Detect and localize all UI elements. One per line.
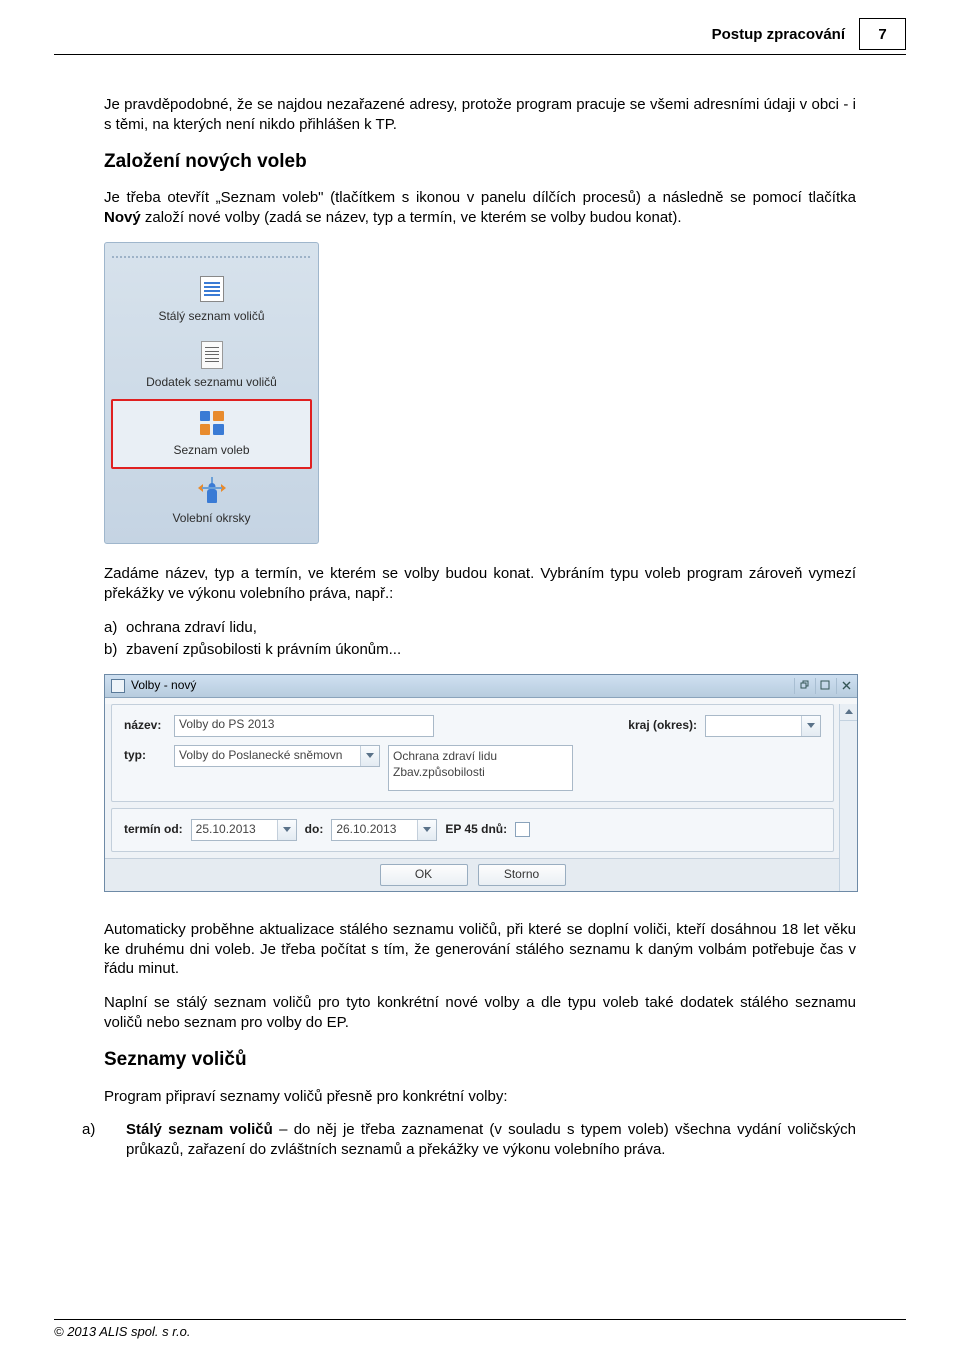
para2-bold: Nový: [104, 209, 141, 226]
list-item-a: ochrana zdraví lidu,: [126, 619, 257, 636]
label-typ: typ:: [124, 745, 166, 764]
combo-typ[interactable]: Volby do Poslanecké sněmovn: [174, 745, 380, 767]
combo-typ-value: Volby do Poslanecké sněmovn: [179, 748, 360, 764]
label-ep45: EP 45 dnů:: [445, 822, 507, 838]
para-zadame: Zadáme název, typ a termín, ve kterém se…: [104, 564, 856, 604]
grid-icon: [196, 407, 228, 439]
ok-button[interactable]: OK: [380, 864, 468, 886]
intro-paragraph: Je pravděpodobné, že se najdou nezařazen…: [104, 95, 856, 135]
scroll-up-icon[interactable]: [840, 704, 857, 721]
date-to-value: 26.10.2013: [336, 822, 417, 838]
listbox-prekazky[interactable]: Ochrana zdraví lidu Zbav.způsobilosti: [388, 745, 573, 791]
dialog-title: Volby - nový: [131, 678, 196, 694]
panel-item-label: Seznam voleb: [113, 443, 310, 459]
label-do: do:: [305, 822, 324, 838]
window-icon: [111, 679, 125, 693]
dialog-volby-novy: Volby - nový n: [104, 674, 858, 892]
panel-item-okrsky[interactable]: Volební okrsky: [105, 469, 318, 535]
page-number: 7: [859, 18, 906, 50]
para2-post: založí nové volby (zadá se název, typ a …: [141, 209, 682, 226]
scrollbar[interactable]: [839, 704, 857, 891]
para-program-pripravi: Program připraví seznamy voličů přesně p…: [104, 1087, 856, 1107]
label-termin-od: termín od:: [124, 822, 183, 838]
chevron-down-icon: [801, 716, 820, 736]
list-seznamy: a)Stálý seznam voličů – do něj je třeba …: [104, 1120, 856, 1160]
dialog-titlebar[interactable]: Volby - nový: [105, 675, 857, 698]
restore-down-icon[interactable]: [794, 678, 813, 694]
panel-item-label: Dodatek seznamu voličů: [105, 375, 318, 391]
para-zalozeni: Je třeba otevřít „Seznam voleb" (tlačítk…: [104, 188, 856, 228]
panel-item-staly-seznam[interactable]: Stálý seznam voličů: [105, 267, 318, 333]
para-naplni: Naplní se stálý seznam voličů pro tyto k…: [104, 993, 856, 1033]
para2-pre: Je třeba otevřít „Seznam voleb" (tlačítk…: [104, 189, 856, 206]
panel-item-seznam-voleb[interactable]: Seznam voleb: [111, 399, 312, 469]
footer-copyright: © 2013 ALIS spol. s r.o.: [54, 1320, 906, 1339]
list-icon: [196, 273, 228, 305]
label-kraj: kraj (okres):: [628, 718, 697, 734]
para-automaticky: Automaticky proběhne aktualizace stálého…: [104, 920, 856, 980]
document-icon: [196, 339, 228, 371]
close-icon[interactable]: [836, 678, 855, 694]
panel-item-label: Stálý seznam voličů: [105, 309, 318, 325]
list-item-b: zbavení způsobilosti k právním úkonům...: [126, 641, 401, 658]
combo-kraj[interactable]: [705, 715, 821, 737]
chevron-down-icon: [277, 820, 296, 840]
list-prekazky: a)ochrana zdraví lidu, b)zbavení způsobi…: [104, 618, 856, 660]
list-item: Ochrana zdraví lidu: [393, 748, 568, 764]
heading-seznamy: Seznamy voličů: [104, 1047, 856, 1072]
input-nazev[interactable]: Volby do PS 2013: [174, 715, 434, 737]
panel-item-dodatek[interactable]: Dodatek seznamu voličů: [105, 333, 318, 399]
header-title: Postup zpracování: [712, 26, 859, 43]
heading-zalozeni: Založení nových voleb: [104, 149, 856, 174]
list2-a-bold: Stálý seznam voličů: [126, 1121, 273, 1138]
chevron-down-icon: [360, 746, 379, 766]
okrsky-icon: [196, 475, 228, 507]
date-from[interactable]: 25.10.2013: [191, 819, 297, 841]
list-item: Zbav.způsobilosti: [393, 764, 568, 780]
process-panel: Stálý seznam voličů Dodatek seznamu voli…: [104, 242, 319, 544]
maximize-icon[interactable]: [815, 678, 834, 694]
checkbox-ep45[interactable]: [515, 822, 530, 837]
date-from-value: 25.10.2013: [196, 822, 277, 838]
date-to[interactable]: 26.10.2013: [331, 819, 437, 841]
panel-item-label: Volební okrsky: [105, 511, 318, 527]
label-nazev: název:: [124, 718, 166, 734]
panel-grip: [111, 255, 312, 259]
storno-button[interactable]: Storno: [478, 864, 566, 886]
chevron-down-icon: [417, 820, 436, 840]
